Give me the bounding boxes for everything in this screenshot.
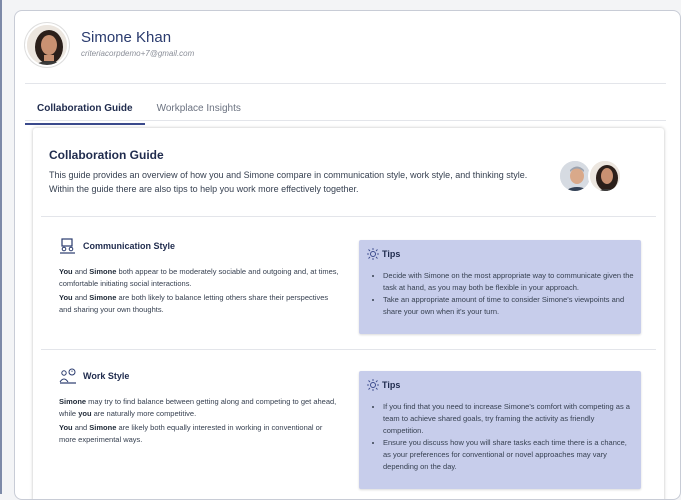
avatar-you — [558, 159, 592, 193]
guide-title: Collaboration Guide — [49, 148, 164, 162]
tip-item: If you find that you need to increase Si… — [383, 401, 635, 437]
tabs-divider — [25, 120, 666, 121]
profile-card: Simone Khan criteriacorpdemo+7@gmail.com… — [14, 10, 681, 500]
emphasis-text: Simone — [89, 267, 117, 276]
emphasis-text: Simone — [89, 423, 117, 432]
communication-style-heading: Communication Style — [59, 238, 175, 254]
emphasis-text: you — [78, 409, 92, 418]
work-style-title: Work Style — [83, 371, 130, 381]
sun-icon — [367, 248, 379, 260]
work-style-heading: Work Style — [59, 368, 129, 384]
work-tips-list: If you find that you need to increase Si… — [373, 401, 635, 473]
collaboration-guide-panel: Collaboration Guide This guide provides … — [33, 128, 664, 499]
work-paragraph-2: You and Simone are likely both equally i… — [59, 422, 341, 446]
communication-paragraph-2: You and Simone are both likely to balanc… — [59, 292, 341, 316]
body-text: and — [72, 423, 90, 432]
profile-email: criteriacorpdemo+7@gmail.com — [81, 49, 195, 58]
tip-item: Ensure you discuss how you will share ta… — [383, 437, 635, 473]
emphasis-text: Simone — [89, 293, 117, 302]
tips-title: Tips — [382, 380, 401, 390]
communication-tips-list: Decide with Simone on the most appropria… — [373, 270, 635, 318]
work-style-icon — [59, 368, 76, 384]
section-divider — [41, 216, 656, 217]
emphasis-text: You — [59, 423, 73, 432]
guide-description: This guide provides an overview of how y… — [49, 170, 528, 194]
body-text: are naturally more competitive. — [91, 409, 197, 418]
tip-item: Take an appropriate amount of time to co… — [383, 294, 635, 318]
tip-item: Decide with Simone on the most appropria… — [383, 270, 635, 294]
tips-heading: Tips — [367, 379, 400, 391]
communication-style-title: Communication Style — [83, 241, 176, 251]
emphasis-text: Simone — [59, 397, 87, 406]
page-left-border — [0, 0, 2, 494]
header-divider — [25, 83, 666, 84]
profile-name: Simone Khan — [81, 29, 172, 46]
emphasis-text: You — [59, 267, 73, 276]
work-tips-box: Tips If you find that you need to increa… — [359, 371, 641, 489]
communication-tips-box: Tips Decide with Simone on the most appr… — [359, 240, 641, 334]
communication-paragraph-1: You and Simone both appear to be moderat… — [59, 266, 341, 290]
body-text: and — [72, 293, 90, 302]
tips-heading: Tips — [367, 248, 400, 260]
paired-avatars — [558, 159, 624, 195]
section-divider — [41, 349, 656, 350]
work-paragraph-1: Simone may try to find balance between g… — [59, 396, 341, 420]
avatar-simone — [588, 159, 622, 193]
tips-title: Tips — [382, 249, 401, 259]
profile-header — [25, 23, 69, 67]
body-text: and — [72, 267, 90, 276]
sun-icon — [367, 379, 379, 391]
emphasis-text: You — [59, 293, 73, 302]
avatar — [25, 23, 69, 67]
communication-icon — [60, 238, 75, 254]
